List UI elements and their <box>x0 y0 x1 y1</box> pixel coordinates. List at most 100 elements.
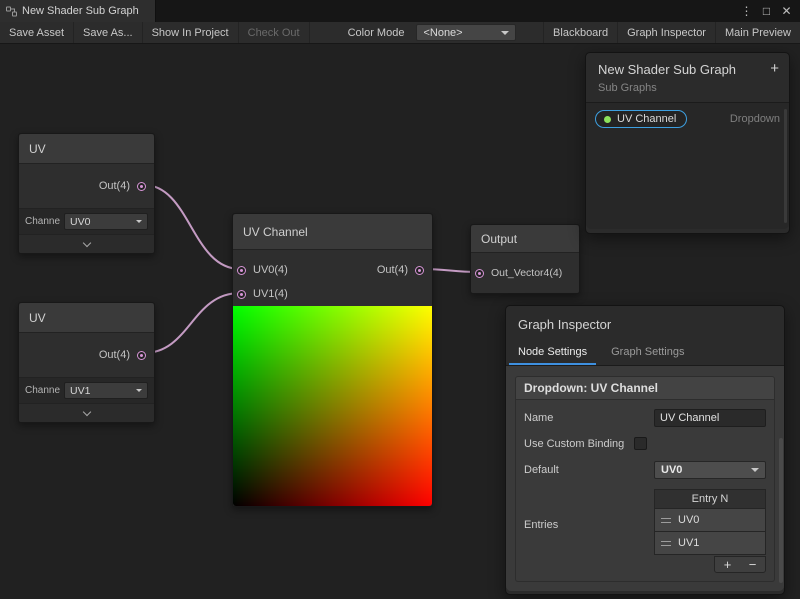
node-title-bar[interactable]: UV <box>19 134 154 164</box>
node-title: Output <box>481 232 517 246</box>
window-tab[interactable]: New Shader Sub Graph <box>0 0 156 22</box>
entry-row[interactable]: UV1 <box>654 532 766 555</box>
input-port-row: Out_Vector4(4) <box>471 253 579 293</box>
chevron-down-icon <box>82 407 90 415</box>
node-title-bar[interactable]: UV Channel <box>233 214 432 250</box>
ports-section: UV0(4) UV1(4) Out(4) <box>233 250 432 306</box>
edge-uv-bottom-to-uv1[interactable] <box>144 293 240 353</box>
add-entry-button[interactable]: + <box>715 557 740 572</box>
toolbar-right-group: Blackboard Graph Inspector Main Preview <box>543 22 800 43</box>
output-port[interactable] <box>415 266 424 275</box>
entry-name: UV1 <box>678 537 699 549</box>
output-port-row: Out(4) <box>19 164 154 208</box>
save-asset-button[interactable]: Save Asset <box>0 22 74 43</box>
entries-buttons: + − <box>714 556 766 573</box>
channel-value: UV1 <box>70 385 90 397</box>
uv-channel-node[interactable]: UV Channel UV0(4) UV1(4) Out(4) <box>232 213 433 507</box>
graph-inspector-toggle-button[interactable]: Graph Inspector <box>617 22 715 43</box>
window-menu-icon[interactable]: ⋮ <box>738 4 755 18</box>
section-title: Dropdown: UV Channel <box>515 376 775 400</box>
entries-header: Entry N <box>654 489 766 509</box>
window-tab-title: New Shader Sub Graph <box>22 5 139 17</box>
output-node[interactable]: Output Out_Vector4(4) <box>470 224 580 294</box>
dropdown-arrow-icon <box>136 220 142 223</box>
port-label: UV0(4) <box>253 264 288 276</box>
entries-footer: + − <box>654 556 766 573</box>
node-title: UV Channel <box>243 225 308 239</box>
tab-graph-settings[interactable]: Graph Settings <box>599 341 696 365</box>
tab-node-settings[interactable]: Node Settings <box>506 341 599 365</box>
uv-channel-preview <box>233 306 432 506</box>
binding-field-row: Use Custom Binding <box>524 437 766 451</box>
blackboard-header: New Shader Sub Graph Sub Graphs + <box>586 53 789 102</box>
blackboard-title: New Shader Sub Graph <box>598 62 777 77</box>
name-field-row: Name <box>524 409 766 427</box>
use-custom-binding-label: Use Custom Binding <box>524 437 634 451</box>
blackboard-item-row: UV Channel Dropdown <box>595 110 780 128</box>
name-input[interactable] <box>654 409 766 427</box>
drag-handle-icon[interactable] <box>661 518 671 523</box>
remove-entry-button[interactable]: − <box>740 557 765 572</box>
port-label: Out(4) <box>99 349 130 361</box>
blackboard-item-uv-channel[interactable]: UV Channel <box>595 110 687 128</box>
channel-control-row: Channe UV0 <box>19 208 154 234</box>
blackboard-item-type: Dropdown <box>730 113 780 125</box>
collapse-button[interactable] <box>19 403 154 422</box>
color-mode-dropdown[interactable]: <None> <box>416 24 516 41</box>
blackboard-body: UV Channel Dropdown <box>586 102 789 229</box>
default-dropdown[interactable]: UV0 <box>654 461 766 479</box>
blackboard-panel[interactable]: New Shader Sub Graph Sub Graphs + UV Cha… <box>585 52 790 234</box>
name-label: Name <box>524 411 654 425</box>
channel-value: UV0 <box>70 216 90 228</box>
use-custom-binding-checkbox[interactable] <box>634 437 647 450</box>
channel-label: Channe <box>25 216 60 227</box>
color-mode-value: <None> <box>423 27 462 39</box>
entries-block: Entries Entry N UV0 UV1 <box>524 489 766 573</box>
inspector-tabs: Node Settings Graph Settings <box>506 341 784 366</box>
window-controls: ⋮ □ ✕ <box>738 0 800 22</box>
section-body: Name Use Custom Binding Default UV0 <box>515 400 775 582</box>
inspector-content: Dropdown: UV Channel Name Use Custom Bin… <box>506 366 784 591</box>
graph-canvas[interactable]: UV Out(4) Channe UV0 UV O <box>0 44 800 599</box>
blackboard-item-label: UV Channel <box>617 113 676 125</box>
channel-dropdown[interactable]: UV0 <box>64 213 148 230</box>
input-port[interactable] <box>475 269 484 278</box>
maximize-icon[interactable]: □ <box>758 4 775 18</box>
entry-row[interactable]: UV0 <box>654 509 766 532</box>
blackboard-scrollbar[interactable] <box>784 109 787 223</box>
uv-node-top[interactable]: UV Out(4) Channe UV0 <box>18 133 155 254</box>
inspector-title: Graph Inspector <box>506 306 784 341</box>
inspector-scrollbar[interactable] <box>779 438 783 583</box>
toolbar-spacer <box>310 22 340 43</box>
uv-node-bottom[interactable]: UV Out(4) Channe UV1 <box>18 302 155 423</box>
save-as-button[interactable]: Save As... <box>74 22 143 43</box>
port-label: Out_Vector4(4) <box>491 267 562 279</box>
output-port[interactable] <box>137 351 146 360</box>
default-value: UV0 <box>661 464 682 476</box>
entry-name: UV0 <box>678 514 699 526</box>
title-bar: New Shader Sub Graph ⋮ □ ✕ <box>0 0 800 22</box>
blackboard-toggle-button[interactable]: Blackboard <box>543 22 617 43</box>
node-title-bar[interactable]: UV <box>19 303 154 333</box>
main-preview-toggle-button[interactable]: Main Preview <box>715 22 800 43</box>
input-port-uv0[interactable] <box>237 266 246 275</box>
entries-label: Entries <box>524 489 654 573</box>
output-port-row: Out(4) <box>377 258 432 282</box>
channel-dropdown[interactable]: UV1 <box>64 382 148 399</box>
add-property-button[interactable]: + <box>770 60 779 77</box>
drag-handle-icon[interactable] <box>661 541 671 546</box>
input-port-uv1[interactable] <box>237 290 246 299</box>
color-mode-label: Color Mode <box>340 22 413 43</box>
collapse-button[interactable] <box>19 234 154 253</box>
show-in-project-button[interactable]: Show In Project <box>143 22 239 43</box>
channel-label: Channe <box>25 385 60 396</box>
edge-uv-top-to-uv0[interactable] <box>144 185 240 269</box>
default-label: Default <box>524 463 654 477</box>
port-label: Out(4) <box>99 180 130 192</box>
shader-graph-window: New Shader Sub Graph ⋮ □ ✕ Save Asset Sa… <box>0 0 800 599</box>
graph-inspector-panel[interactable]: Graph Inspector Node Settings Graph Sett… <box>505 305 785 595</box>
node-title-bar[interactable]: Output <box>471 225 579 253</box>
exposed-dot-icon <box>604 116 611 123</box>
output-port[interactable] <box>137 182 146 191</box>
close-icon[interactable]: ✕ <box>778 4 795 18</box>
